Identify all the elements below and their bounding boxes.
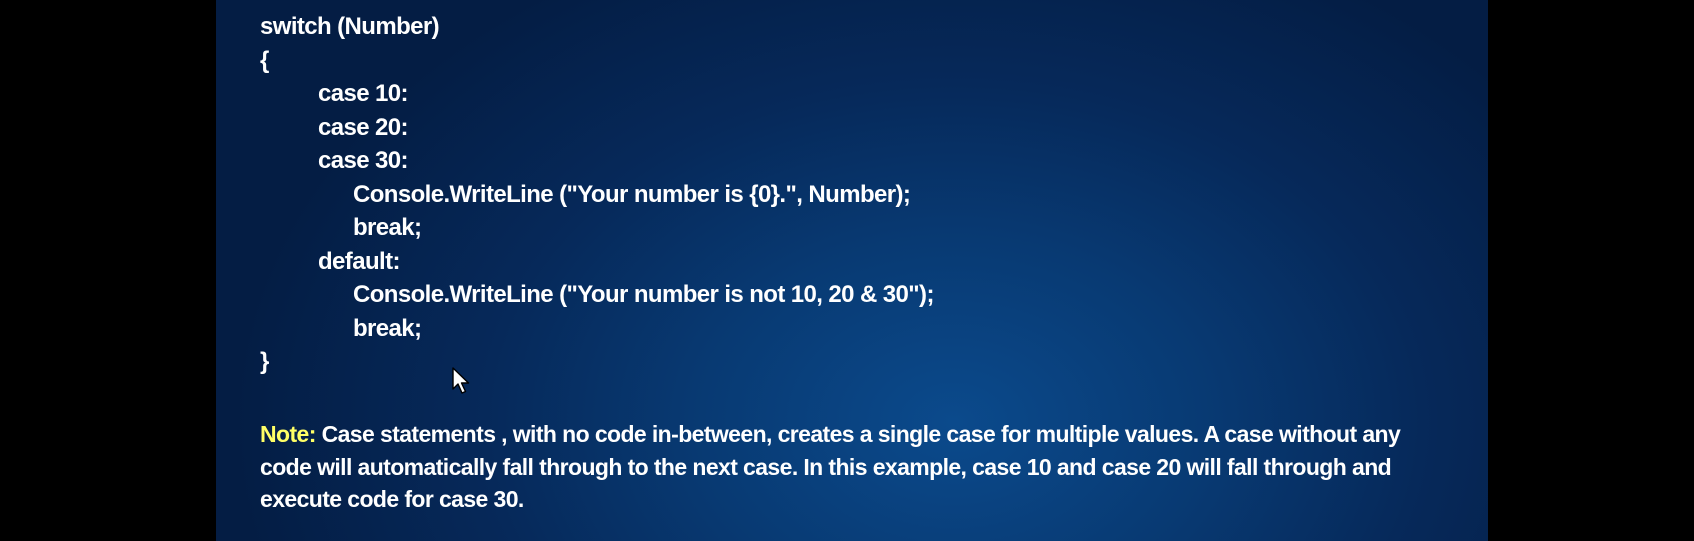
presentation-slide: switch (Number) { case 10: case 20: case… xyxy=(216,0,1488,541)
note-label: Note: xyxy=(260,421,316,447)
code-line-close-brace: } xyxy=(260,348,269,375)
code-line-break-1: break; xyxy=(353,214,422,241)
code-line-open-brace: { xyxy=(260,46,269,74)
code-line-default: default: xyxy=(318,247,400,275)
video-frame: switch (Number) { case 10: case 20: case… xyxy=(0,0,1694,541)
code-line-case-30: case 30: xyxy=(318,147,409,174)
note-paragraph: Note: Case statements , with no code in-… xyxy=(260,418,1440,516)
code-line-switch: switch (Number) xyxy=(260,13,440,40)
code-line-case-20: case 20: xyxy=(318,113,409,141)
code-snippet: switch (Number) { case 10: case 20: case… xyxy=(260,10,934,379)
mouse-pointer-icon xyxy=(452,367,470,394)
code-line-writeline-number: Console.WriteLine ("Your number is {0}."… xyxy=(353,180,911,208)
code-line-case-10: case 10: xyxy=(318,80,409,107)
code-line-break-2: break; xyxy=(353,314,422,342)
note-text: Case statements , with no code in-betwee… xyxy=(260,421,1401,512)
code-line-writeline-not: Console.WriteLine ("Your number is not 1… xyxy=(353,281,934,308)
